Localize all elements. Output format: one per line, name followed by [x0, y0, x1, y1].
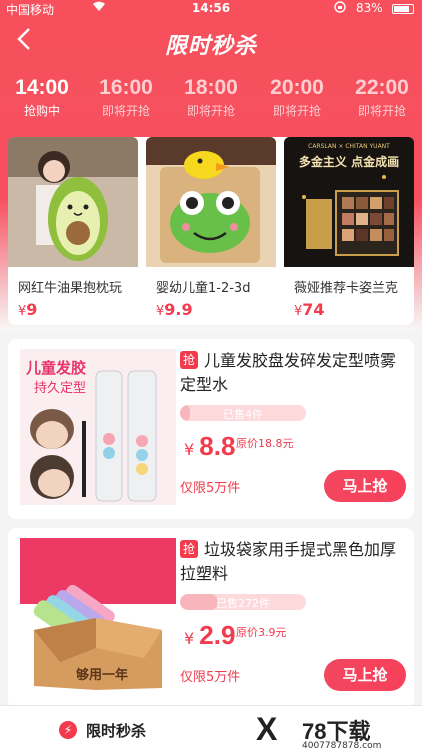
tab-1800[interactable]: 18:00 即将开抢	[169, 76, 253, 119]
sold-count: 已售272件	[216, 597, 270, 610]
tab-2200[interactable]: 22:00 即将开抢	[340, 76, 422, 119]
stock-limit: 仅限5万件	[180, 481, 241, 496]
price-value: 9.9	[164, 300, 193, 319]
battery-percent: 83%	[356, 1, 383, 15]
stock-limit: 仅限5万件	[180, 670, 241, 685]
sold-count: 已售4件	[223, 408, 263, 421]
tab-status: 即将开抢	[186, 104, 235, 118]
product-price: ¥9.9	[156, 300, 193, 319]
tab-time: 16:00	[99, 76, 153, 99]
product-price: ¥74	[294, 300, 325, 319]
price-value: 2.9	[199, 620, 236, 650]
tab-2000[interactable]: 20:00 即将开抢	[255, 76, 339, 119]
watermark-url: 4007787878.com	[302, 741, 382, 751]
image-caption: 多金主义 点金成画	[298, 155, 400, 169]
price-value: 9	[26, 300, 38, 319]
bottom-bar-label[interactable]: 限时秒杀	[86, 720, 146, 741]
image-caption-top: CARSLAN × CHITAN YUANT	[308, 143, 390, 150]
image-caption: 够用一年	[76, 668, 129, 683]
page-title: 限时秒杀	[164, 34, 257, 59]
price-value: 74	[302, 300, 325, 319]
product-price: ¥ 2.9	[184, 620, 235, 651]
product-price: ¥9	[18, 300, 37, 319]
product-image: 够用一年	[20, 538, 176, 694]
tab-time: 20:00	[270, 76, 324, 99]
image-caption: 持久定型	[34, 381, 87, 396]
price-value: 8.8	[199, 431, 236, 461]
watermark: X 78下载 4007787878.com	[256, 711, 422, 753]
product-title: 抢垃圾袋家用手提式黑色加厚拉塑料	[180, 538, 408, 586]
tab-time: 18:00	[184, 76, 238, 99]
buy-now-button[interactable]: 马上抢	[324, 659, 406, 691]
product-title-text: 垃圾袋家用手提式黑色加厚拉塑料	[180, 540, 397, 583]
tab-status: 即将开抢	[272, 104, 321, 118]
status-bar: 中国移动 14:56 83%	[0, 0, 422, 18]
featured-panel: 网红牛油果抱枕玩 ¥9 婴幼儿童1-2-3d ¥9.9 CARSLAN × CH…	[8, 137, 414, 325]
currency: ¥	[184, 629, 195, 648]
flash-tag: 抢	[180, 540, 198, 558]
watermark-logo-icon: X	[256, 711, 278, 747]
rotation-lock-icon	[334, 1, 346, 16]
featured-item[interactable]: 网红牛油果抱枕玩 ¥9	[8, 137, 138, 325]
product-image	[146, 137, 276, 267]
featured-item[interactable]: 婴幼儿童1-2-3d ¥9.9	[146, 137, 276, 325]
product-title: 抢儿童发胶盘发碎发定型喷雾定型水	[180, 349, 408, 397]
sold-progress: 已售272件	[180, 594, 306, 610]
product-name: 薇娅推荐卡姿兰克	[294, 281, 399, 296]
product-image: 儿童发胶 持久定型	[20, 349, 176, 505]
product-price: ¥ 8.8	[184, 431, 235, 462]
original-price: 原价3.9元	[236, 626, 287, 639]
product-card[interactable]: 够用一年 抢垃圾袋家用手提式黑色加厚拉塑料 已售272件 ¥ 2.9 原价3.9…	[8, 528, 414, 708]
tab-1600[interactable]: 16:00 即将开抢	[84, 76, 168, 119]
tab-status: 抢购中	[23, 104, 60, 118]
time-tabs: 14:00 抢购中 16:00 即将开抢 18:00 即将开抢 20:00 即将…	[0, 76, 422, 128]
currency: ¥	[184, 440, 195, 459]
sold-progress: 已售4件	[180, 405, 306, 421]
product-name: 婴幼儿童1-2-3d	[156, 281, 251, 296]
product-card[interactable]: 儿童发胶 持久定型 抢儿童发胶盘发碎发定型喷雾定型水 已售4件 ¥ 8.8 原价…	[8, 339, 414, 519]
battery-icon	[392, 4, 414, 14]
nav-bar: 限时秒杀	[0, 22, 422, 62]
product-image	[8, 137, 138, 267]
tab-time: 22:00	[355, 76, 409, 99]
flash-tag: 抢	[180, 351, 198, 369]
featured-item[interactable]: CARSLAN × CHITAN YUANT 多金主义 点金成画 薇娅推荐卡姿兰…	[284, 137, 414, 325]
original-price: 原价18.8元	[236, 437, 294, 450]
tab-1400[interactable]: 14:00 抢购中	[0, 76, 84, 119]
product-name: 网红牛油果抱枕玩	[18, 281, 123, 296]
buy-now-button[interactable]: 马上抢	[324, 470, 406, 502]
product-title-text: 儿童发胶盘发碎发定型喷雾定型水	[180, 351, 397, 394]
tab-time: 14:00	[15, 76, 69, 99]
image-caption: 儿童发胶	[26, 359, 87, 377]
product-image: CARSLAN × CHITAN YUANT 多金主义 点金成画	[284, 137, 414, 267]
lightning-icon: ⚡	[59, 721, 77, 739]
tab-status: 即将开抢	[357, 104, 406, 118]
tab-status: 即将开抢	[101, 104, 150, 118]
